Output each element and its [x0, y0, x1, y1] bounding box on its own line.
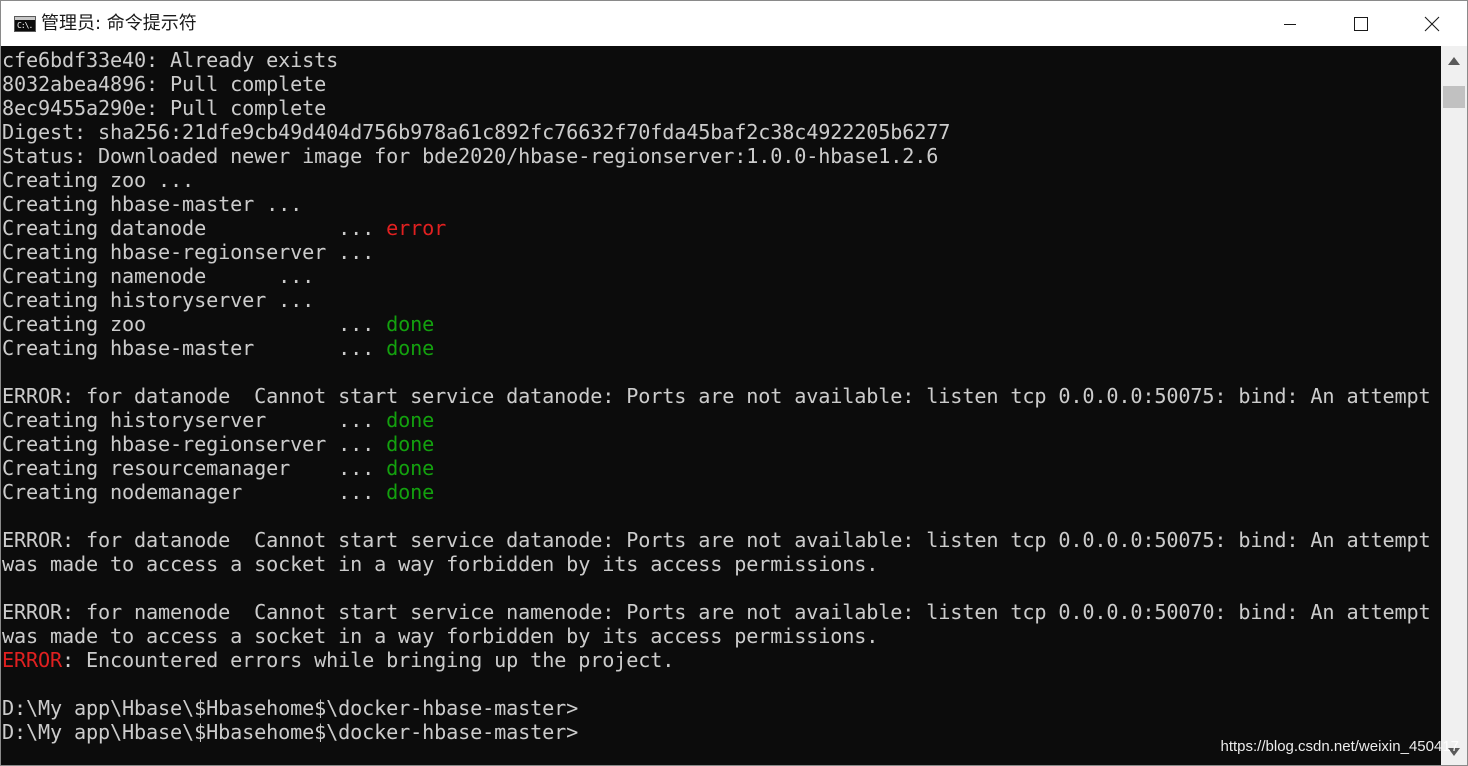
console-text: D:\My app\Hbase\$Hbasehome$\docker-hbase… [2, 696, 579, 720]
console-text: ERROR: for datanode Cannot start service… [2, 528, 1431, 552]
console-text: was made to access a socket in a way for… [2, 624, 879, 648]
maximize-icon [1353, 16, 1368, 31]
console-text: 8ec9455a290e: Pull complete [2, 96, 327, 120]
console-text: Creating hbase-master ... [2, 192, 303, 216]
console-text: Creating zoo ... [2, 168, 195, 192]
console-line: Creating datanode ... error [2, 216, 1442, 240]
console-text-green: done [386, 312, 435, 336]
console-text: Creating historyserver ... [2, 408, 387, 432]
console-text-green: done [386, 432, 435, 456]
console-text-green: done [386, 480, 435, 504]
console-line: ERROR: Encountered errors while bringing… [2, 648, 1442, 672]
maximize-button[interactable] [1325, 1, 1396, 46]
close-icon [1424, 16, 1439, 31]
cmd-icon[interactable]: C:\. [14, 15, 36, 32]
minimize-button[interactable] [1254, 1, 1325, 46]
console-line: Creating historyserver ... [2, 288, 1442, 312]
console-text: 8032abea4896: Pull complete [2, 72, 327, 96]
console-line: Creating zoo ... done [2, 312, 1442, 336]
console-line: was made to access a socket in a way for… [2, 552, 1442, 576]
console-line: Creating hbase-master ... [2, 192, 1442, 216]
console-line: Creating resourcemanager ... done [2, 456, 1442, 480]
console-line: 8032abea4896: Pull complete [2, 72, 1442, 96]
console-text: : Encountered errors while bringing up t… [62, 648, 675, 672]
console-text: ERROR: for datanode Cannot start service… [2, 384, 1431, 408]
console-text: Creating historyserver ... [2, 288, 315, 312]
console-text: ERROR: for namenode Cannot start service… [2, 600, 1431, 624]
console-text-red: ERROR [2, 648, 63, 672]
cmd-icon-prompt: C:\. [17, 20, 33, 30]
console-text-green: done [386, 408, 435, 432]
title-bar[interactable]: C:\. 管理员: 命令提示符 [1, 1, 1467, 46]
console-line: cfe6bdf33e40: Already exists [2, 48, 1442, 72]
console-line: Status: Downloaded newer image for bde20… [2, 144, 1442, 168]
console-text: cfe6bdf33e40: Already exists [2, 48, 339, 72]
scroll-up-button[interactable] [1441, 48, 1467, 74]
console-line: ERROR: for namenode Cannot start service… [2, 600, 1442, 624]
console-text: Creating hbase-regionserver ... [2, 432, 387, 456]
console-line: Digest: sha256:21dfe9cb49d404d756b978a61… [2, 120, 1442, 144]
watermark: https://blog.csdn.net/weixin_450417 [1220, 738, 1460, 755]
console-line: Creating namenode ... [2, 264, 1442, 288]
console-text: Digest: sha256:21dfe9cb49d404d756b978a61… [2, 120, 951, 144]
vertical-scrollbar[interactable] [1441, 46, 1467, 765]
console-text-red: error [386, 216, 447, 240]
scroll-up-arrow-icon [1448, 57, 1460, 65]
console-line: Creating hbase-master ... done [2, 336, 1442, 360]
window-title: 管理员: 命令提示符 [41, 13, 197, 34]
console-text: Creating hbase-master ... [2, 336, 387, 360]
console-text: Status: Downloaded newer image for bde20… [2, 144, 939, 168]
console-text-green: done [386, 456, 435, 480]
console-text: Creating nodemanager ... [2, 480, 387, 504]
console-text: Creating resourcemanager ... [2, 456, 387, 480]
console-line: Creating nodemanager ... done [2, 480, 1442, 504]
close-button[interactable] [1396, 1, 1467, 46]
console-line: was made to access a socket in a way for… [2, 624, 1442, 648]
console-text: Creating zoo ... [2, 312, 387, 336]
console-line: Creating historyserver ... done [2, 408, 1442, 432]
console-line: D:\My app\Hbase\$Hbasehome$\docker-hbase… [2, 696, 1442, 720]
cmd-window: C:\. 管理员: 命令提示符 cfe6bdf33e40: Already ex… [0, 0, 1468, 766]
console-line: ERROR: for datanode Cannot start service… [2, 528, 1442, 552]
console-text: was made to access a socket in a way for… [2, 552, 879, 576]
console-text: Creating hbase-regionserver ... [2, 240, 375, 264]
console-text: D:\My app\Hbase\$Hbasehome$\docker-hbase… [2, 720, 579, 744]
window-controls [1254, 1, 1467, 46]
console-text-green: done [386, 336, 435, 360]
console-line: Creating zoo ... [2, 168, 1442, 192]
console-line: Creating hbase-regionserver ... [2, 240, 1442, 264]
minimize-icon [1283, 23, 1296, 25]
console-text: Creating namenode ... [2, 264, 315, 288]
console-line: ERROR: for datanode Cannot start service… [2, 384, 1442, 408]
console-line: 8ec9455a290e: Pull complete [2, 96, 1442, 120]
console-output[interactable]: cfe6bdf33e40: Already exists 8032abea4896… [1, 46, 1442, 765]
console-text: Creating datanode ... [2, 216, 387, 240]
console-line: Creating hbase-regionserver ... done [2, 432, 1442, 456]
scroll-thumb[interactable] [1443, 86, 1465, 108]
